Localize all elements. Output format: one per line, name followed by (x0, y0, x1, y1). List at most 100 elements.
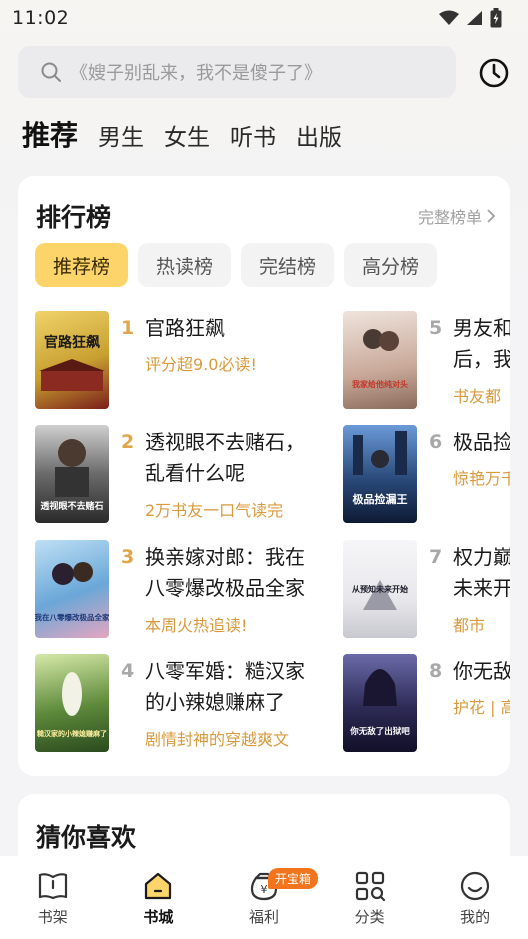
full-ranking-link[interactable]: 完整榜单 (418, 204, 496, 228)
chip-high-score[interactable]: 高分榜 (344, 243, 438, 287)
tab-recommend[interactable]: 推荐 (22, 114, 78, 154)
nav-label: 书架 (37, 908, 68, 926)
nav-label: 分类 (354, 908, 385, 926)
bottom-nav: 书架 书城 开宝箱 ¥ 福利 分类 我的 (0, 856, 528, 939)
svg-text:¥: ¥ (260, 883, 267, 896)
book-cover: 透视眼不去赌石 (35, 425, 109, 523)
cover-art-icon: 极品捡漏王 (353, 431, 408, 506)
rank-number: 6 (429, 431, 443, 453)
book-item[interactable]: 我在八零爆改极品全家 3 换亲嫁对郎：我在八零爆改极品全家 本周火热追读! (35, 540, 335, 640)
battery-icon (490, 8, 502, 28)
rank-number: 2 (121, 431, 135, 453)
book-title: 透视眼不去赌石，乱看什么呢 (145, 430, 305, 485)
status-icons (439, 8, 502, 28)
wifi-icon (439, 10, 459, 25)
rank-number: 7 (429, 546, 443, 568)
book-title: 官路狂飙 (145, 316, 225, 340)
book-subtitle: 都市 (453, 616, 486, 635)
book-subtitle: 2万书友一口气读完 (145, 501, 284, 520)
ranking-chips: 推荐榜 热读榜 完结榜 高分榜 (35, 243, 438, 287)
search-input[interactable]: 《嫂子别乱来，我不是傻子了》 (18, 46, 456, 98)
ranking-title: 排行榜 (36, 203, 112, 232)
chip-hot[interactable]: 热读榜 (138, 243, 232, 287)
book-title: 男友和 (453, 316, 510, 340)
nav-bookshelf[interactable]: 书架 (13, 870, 93, 927)
status-bar: 11:02 (0, 0, 528, 36)
book-title-line2: 未来开 (453, 576, 510, 600)
book-subtitle: 惊艳万千 (453, 469, 510, 488)
book-title-line2: 后，我 (453, 347, 510, 371)
chip-recommend[interactable]: 推荐榜 (35, 243, 129, 287)
cover-art-icon: 我家给他纯对头 (352, 329, 408, 389)
book-subtitle: 评分超9.0必读! (145, 355, 257, 374)
rank-number: 4 (121, 660, 135, 682)
book-item[interactable]: 糙汉家的小辣媳赚麻了 4 八零军婚：糙汉家的小辣媳赚麻了 剧情封神的穿越爽文 (35, 654, 335, 754)
nav-label: 福利 (248, 908, 279, 926)
rank-number: 3 (121, 546, 135, 568)
cover-art-icon: 我在八零爆改极品全家 (35, 562, 109, 622)
svg-text:我在八零爆改极品全家: 我在八零爆改极品全家 (35, 612, 109, 622)
book-subtitle: 本周火热追读! (145, 616, 248, 635)
status-time: 11:02 (12, 7, 70, 29)
book-cover: 我家给他纯对头 (343, 311, 417, 409)
bookstore-icon (145, 872, 172, 900)
tab-published[interactable]: 出版 (296, 118, 342, 152)
svg-text:你无敌了出狱吧: 你无敌了出狱吧 (349, 726, 410, 737)
book-cover: 官路狂飙 (35, 311, 109, 409)
search-row: 《嫂子别乱来，我不是傻子了》 (18, 46, 510, 98)
cover-art-icon: 你无敌了出狱吧 (349, 669, 410, 737)
cover-art-icon: 从预知未来开始 (352, 580, 408, 610)
svg-text:从预知未来开始: 从预知未来开始 (352, 584, 408, 594)
chevron-right-icon (487, 209, 496, 223)
book-item[interactable]: 极品捡漏王 6 极品捡 惊艳万千 (343, 425, 510, 525)
rank-number: 8 (429, 660, 443, 682)
nav-welfare[interactable]: 开宝箱 ¥ 福利 (224, 868, 318, 927)
book-title: 换亲嫁对郎：我在八零爆改极品全家 (145, 545, 305, 600)
signal-icon (467, 11, 482, 25)
book-item[interactable]: 从预知未来开始 7 权力巅 未来开 都市 (343, 540, 510, 640)
cover-art-icon: 官路狂飙 (39, 334, 105, 391)
book-cover: 糙汉家的小辣媳赚麻了 (35, 654, 109, 752)
book-cover: 极品捡漏王 (343, 425, 417, 523)
bookshelf-icon (38, 873, 67, 900)
history-icon[interactable] (478, 57, 510, 89)
nav-profile[interactable]: 我的 (435, 870, 515, 927)
search-placeholder: 《嫂子别乱来，我不是傻子了》 (70, 63, 322, 84)
book-title: 八零军婚：糙汉家的小辣媳赚麻了 (145, 659, 305, 714)
search-icon (41, 62, 61, 82)
book-subtitle: 书友都 (453, 387, 502, 406)
book-item[interactable]: 你无敌了出狱吧 8 你无敌 护花 | 高 (343, 654, 510, 754)
book-cover: 你无敌了出狱吧 (343, 654, 417, 752)
tab-female[interactable]: 女生 (164, 118, 210, 152)
book-subtitle: 护花 | 高 (453, 698, 510, 717)
book-cover: 我在八零爆改极品全家 (35, 540, 109, 638)
book-cover: 从预知未来开始 (343, 540, 417, 638)
nav-bookstore[interactable]: 书城 (118, 870, 198, 927)
cover-art-icon: 糙汉家的小辣媳赚麻了 (37, 672, 107, 738)
book-item[interactable]: 官路狂飙 1 官路狂飙 评分超9.0必读! (35, 311, 335, 411)
rank-number: 1 (121, 317, 135, 339)
tab-male[interactable]: 男生 (98, 118, 144, 152)
book-item[interactable]: 我家给他纯对头 5 男友和 后，我 书友都 (343, 311, 510, 411)
book-title: 极品捡 (453, 430, 510, 454)
svg-text:官路狂飙: 官路狂飙 (44, 334, 100, 351)
guess-you-like-title: 猜你喜欢 (36, 823, 137, 852)
profile-icon (461, 871, 490, 901)
category-icon (355, 871, 385, 902)
nav-label: 书城 (143, 908, 174, 926)
chip-finished[interactable]: 完结榜 (241, 243, 335, 287)
full-ranking-label: 完整榜单 (417, 208, 482, 227)
treasure-box-badge: 开宝箱 (267, 868, 318, 889)
ranking-header: 排行榜 完整榜单 (36, 198, 496, 234)
svg-text:糙汉家的小辣媳赚麻了: 糙汉家的小辣媳赚麻了 (37, 729, 107, 738)
nav-label: 我的 (460, 908, 491, 926)
category-tabs: 推荐 男生 女生 听书 出版 (22, 114, 342, 154)
nav-category[interactable]: 分类 (330, 870, 410, 927)
svg-text:极品捡漏王: 极品捡漏王 (353, 492, 408, 506)
tab-audiobook[interactable]: 听书 (230, 118, 276, 152)
book-subtitle: 剧情封神的穿越爽文 (145, 730, 290, 749)
book-item[interactable]: 透视眼不去赌石 2 透视眼不去赌石，乱看什么呢 2万书友一口气读完 (35, 425, 335, 525)
svg-text:我家给他纯对头: 我家给他纯对头 (352, 379, 408, 389)
cover-art-icon: 透视眼不去赌石 (40, 439, 104, 512)
rank-number: 5 (429, 317, 443, 339)
